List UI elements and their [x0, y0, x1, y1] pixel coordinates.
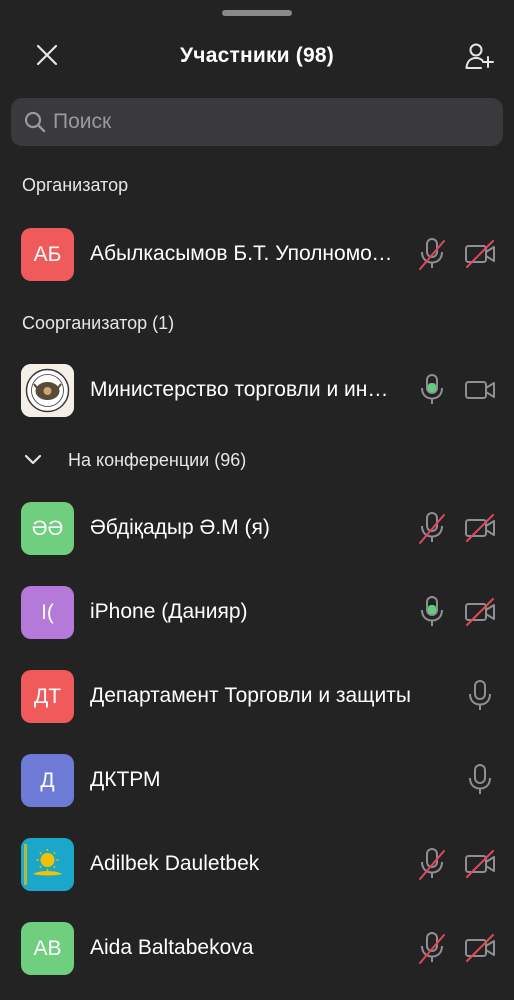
- ministry-emblem-icon: [21, 364, 74, 417]
- in-meeting-toggle[interactable]: На конференции (96): [22, 446, 246, 474]
- avatar: [21, 838, 74, 891]
- participant-row[interactable]: АБ Абылкасымов Б.Т. Уполномоченный: [0, 212, 514, 296]
- participant-row[interactable]: Д ДКТРМ: [0, 738, 514, 822]
- participant-name: ДКТРМ: [90, 768, 161, 791]
- section-cohost-label: Соорганизатор (1): [22, 313, 175, 333]
- participant-name: iPhone (Данияр): [90, 600, 248, 623]
- chevron-down-icon: [22, 449, 44, 471]
- camera-off-icon[interactable]: [462, 932, 498, 964]
- mic-muted-icon[interactable]: [416, 930, 448, 966]
- participant-name: Департамент Торговли и защиты: [90, 684, 411, 707]
- participant-row[interactable]: ӘӘ Әбдіқадыр Ә.М (я): [0, 486, 514, 570]
- camera-off-icon[interactable]: [462, 848, 498, 880]
- mic-on-icon[interactable]: [416, 594, 448, 630]
- avatar: AB: [21, 922, 74, 975]
- participant-name: Абылкасымов Б.Т. Уполномоченный: [90, 242, 395, 265]
- search-input[interactable]: [53, 110, 473, 134]
- sheet-grabber[interactable]: [222, 10, 292, 16]
- avatar: АБ: [21, 228, 74, 281]
- avatar: ӘӘ: [21, 502, 74, 555]
- participant-name: Aida Baltabekova: [90, 936, 254, 959]
- camera-off-icon[interactable]: [462, 512, 498, 544]
- search-icon: [21, 108, 49, 136]
- add-user-icon: [465, 43, 494, 69]
- add-participant-button[interactable]: [460, 38, 500, 74]
- search-bar[interactable]: [11, 98, 503, 146]
- avatar: ДТ: [21, 670, 74, 723]
- kazakhstan-flag-icon: [21, 838, 74, 891]
- mic-muted-icon[interactable]: [416, 510, 448, 546]
- participant-row[interactable]: AB Aida Baltabekova: [0, 906, 514, 990]
- participant-row[interactable]: ДТ Департамент Торговли и защиты: [0, 654, 514, 738]
- participant-name: Adilbek Dauletbek: [90, 852, 260, 875]
- mic-icon[interactable]: [464, 762, 496, 798]
- mic-icon[interactable]: [464, 678, 496, 714]
- camera-on-icon[interactable]: [462, 374, 498, 406]
- mic-muted-icon[interactable]: [416, 236, 448, 272]
- camera-off-icon[interactable]: [462, 238, 498, 270]
- avatar: Д: [21, 754, 74, 807]
- avatar: [21, 364, 74, 417]
- header: Участники (98): [0, 30, 514, 82]
- participant-name: Министерство торговли и интеграции: [90, 378, 395, 401]
- section-host-label: Организатор: [22, 175, 129, 195]
- participant-row[interactable]: Министерство торговли и интеграции: [0, 348, 514, 432]
- page-title: Участники (98): [180, 44, 334, 67]
- participant-row[interactable]: I( iPhone (Данияр): [0, 570, 514, 654]
- participant-row[interactable]: Adilbek Dauletbek: [0, 822, 514, 906]
- mic-on-icon[interactable]: [416, 372, 448, 408]
- avatar: I(: [21, 586, 74, 639]
- mic-muted-icon[interactable]: [416, 846, 448, 882]
- participant-name: Әбдіқадыр Ә.М (я): [90, 516, 270, 539]
- section-in-meeting-label: На конференции (96): [68, 449, 247, 470]
- camera-off-icon[interactable]: [462, 596, 498, 628]
